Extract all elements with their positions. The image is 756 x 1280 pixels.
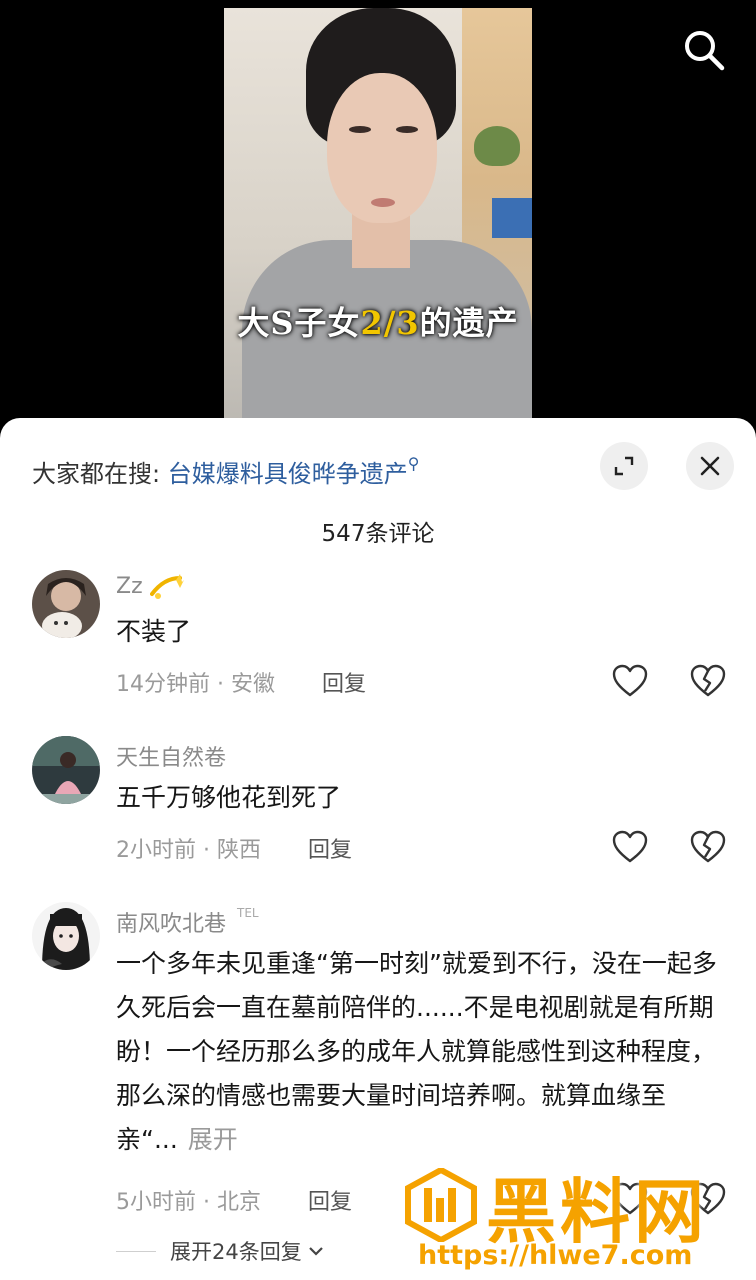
search-button[interactable] [682, 28, 726, 72]
comment-meta: 5小时前 · 北京 [116, 1190, 261, 1215]
comment-text: 不装了 [116, 617, 192, 646]
comment-author[interactable]: Zz [116, 574, 184, 600]
expand-icon [614, 456, 634, 476]
reply-button[interactable]: 回复 [308, 1184, 352, 1216]
shelf-decor [492, 198, 532, 238]
caption-part-1: 大S子女 [237, 304, 361, 342]
heart-icon [612, 664, 648, 697]
hot-search-keyword[interactable]: 台媒爆料具俊晔争遗产 [168, 460, 408, 488]
comment-author[interactable]: 天生自然卷 [116, 740, 226, 772]
author-badge: TEL [237, 906, 259, 920]
like-button[interactable] [612, 830, 648, 864]
more-replies-button[interactable]: 展开24条回复 [116, 1236, 324, 1266]
plant-decor [474, 126, 520, 166]
divider [116, 1250, 156, 1252]
watermark-logo [405, 1168, 477, 1242]
comment-item: 天生自然卷 五千万够他花到死了 2小时前 · 陕西 回复 [0, 736, 756, 876]
comment-meta: 14分钟前 · 安徽 [116, 672, 275, 697]
avatar-image [32, 736, 100, 804]
avatar-image [32, 570, 100, 638]
comment-count: 547条评论 [321, 521, 435, 547]
reply-button[interactable]: 回复 [322, 666, 366, 698]
reply-button[interactable]: 回复 [308, 832, 352, 864]
broken-heart-icon [690, 664, 726, 697]
comment-sheet: 大家都在搜: 台媒爆料具俊晔争遗产⚲ 547条评论 Zz 不装了 14分钟前 ·… [0, 418, 756, 1280]
like-button[interactable] [612, 664, 648, 698]
comment-author-name: Zz [116, 574, 143, 599]
hot-search-prefix: 大家都在搜: [32, 460, 161, 488]
comment-author[interactable]: 南风吹北巷 TEL [116, 906, 259, 938]
heart-icon [612, 830, 648, 863]
close-button[interactable] [686, 442, 734, 490]
hot-search[interactable]: 大家都在搜: 台媒爆料具俊晔争遗产⚲ [32, 454, 419, 489]
sparkle-emoji [149, 574, 184, 599]
person-eye-right [396, 126, 418, 133]
comment-text-body: 一个多年未见重逢“第一时刻”就爱到不行，没在一起多久死后会一直在墓前陪伴的...… [116, 949, 717, 1154]
video-caption: 大S子女2/3的遗产 [224, 298, 532, 344]
comment-author-name: 南风吹北巷 [116, 912, 227, 937]
search-icon [685, 31, 725, 71]
person-eye-left [349, 126, 371, 133]
comment-text: 一个多年未见重逢“第一时刻”就爱到不行，没在一起多久死后会一直在墓前陪伴的...… [116, 942, 726, 1162]
comment-meta: 2小时前 · 陕西 [116, 838, 261, 863]
caption-part-3: 的遗产 [419, 304, 519, 342]
watermark: 黑料网 https://hlwe7.com [400, 1160, 756, 1280]
video-frame[interactable]: 大S子女2/3的遗产 [224, 8, 532, 440]
video-area[interactable]: 大S子女2/3的遗产 [0, 0, 756, 440]
dislike-button[interactable] [690, 830, 726, 864]
comment-text: 五千万够他花到死了 [116, 783, 342, 812]
expand-text-button[interactable]: 展开 [188, 1125, 238, 1154]
watermark-url: https://hlwe7.com [418, 1240, 693, 1271]
avatar[interactable] [32, 902, 100, 970]
dislike-button[interactable] [690, 664, 726, 698]
broken-heart-icon [690, 830, 726, 863]
chevron-down-icon [308, 1247, 323, 1256]
comment-item: Zz 不装了 14分钟前 · 安徽 回复 [0, 570, 756, 710]
person-mouth [371, 198, 395, 207]
more-replies-label: 展开24条回复 [170, 1240, 302, 1264]
avatar[interactable] [32, 570, 100, 638]
caption-highlight: 2/3 [360, 304, 420, 342]
expand-button[interactable] [600, 442, 648, 490]
avatar[interactable] [32, 736, 100, 804]
search-small-icon: ⚲ [407, 454, 420, 473]
close-icon [700, 456, 720, 476]
avatar-image [32, 902, 100, 970]
